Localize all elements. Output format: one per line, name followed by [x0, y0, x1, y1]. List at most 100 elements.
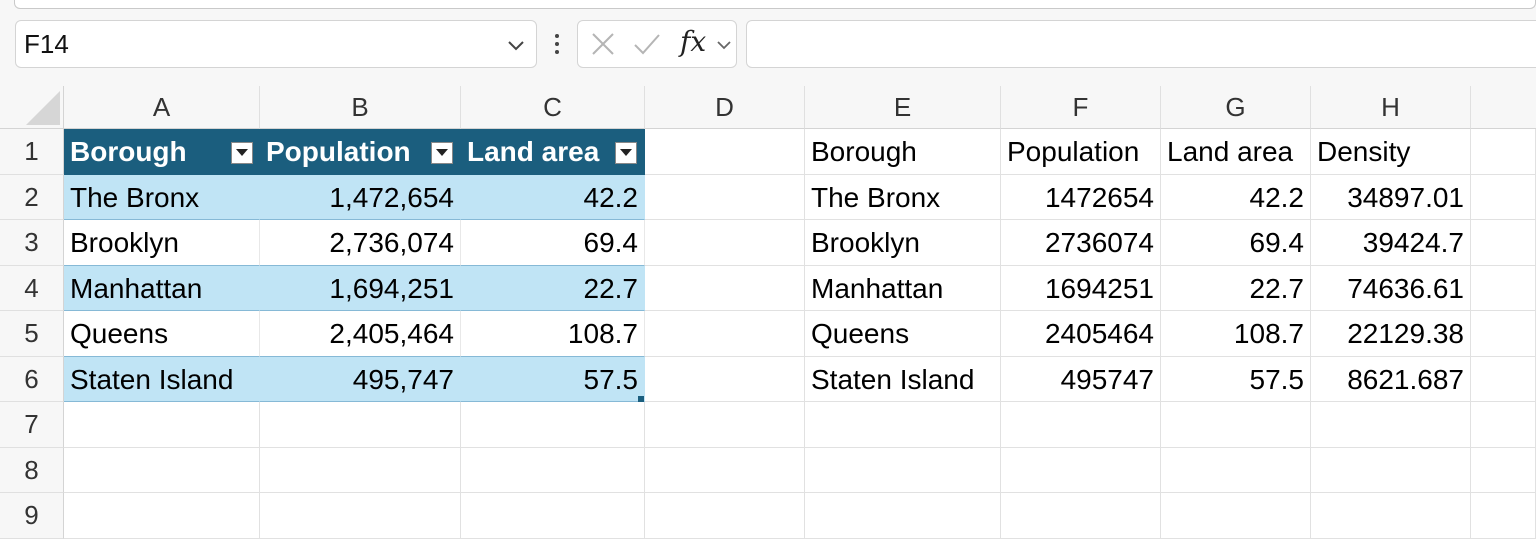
cell[interactable] [1161, 447, 1311, 493]
range-cell[interactable]: The Bronx [805, 174, 1001, 220]
cell[interactable] [461, 493, 645, 539]
table-cell[interactable]: 57.5 [461, 356, 645, 402]
table-cell[interactable]: 42.2 [461, 174, 645, 220]
cell[interactable] [645, 311, 805, 357]
range-cell[interactable]: 22129.38 [1311, 311, 1471, 357]
cell[interactable] [1471, 220, 1536, 266]
cell[interactable] [805, 493, 1001, 539]
row-header-1[interactable]: 1 [0, 129, 64, 175]
row-header-6[interactable]: 6 [0, 356, 64, 402]
cell[interactable] [64, 402, 260, 448]
range-cell[interactable]: 57.5 [1161, 356, 1311, 402]
table-cell[interactable]: 495,747 [260, 356, 461, 402]
column-header-f[interactable]: F [1001, 86, 1161, 129]
range-cell[interactable]: 495747 [1001, 356, 1161, 402]
column-header-i[interactable] [1471, 86, 1536, 129]
filter-dropdown-button[interactable] [231, 142, 253, 164]
cell[interactable] [260, 447, 461, 493]
chevron-down-icon[interactable] [506, 35, 526, 55]
range-cell[interactable]: Brooklyn [805, 220, 1001, 266]
range-cell[interactable]: 1694251 [1001, 265, 1161, 311]
table-header-land-area[interactable]: Land area [461, 129, 645, 175]
range-cell[interactable]: 22.7 [1161, 265, 1311, 311]
filter-dropdown-button[interactable] [431, 142, 453, 164]
column-header-c[interactable]: C [461, 86, 645, 129]
range-cell[interactable]: 39424.7 [1311, 220, 1471, 266]
range-header-cell[interactable]: Land area [1161, 129, 1311, 175]
name-box[interactable]: F14 [15, 20, 537, 68]
cell[interactable] [1471, 447, 1536, 493]
cell[interactable] [1311, 447, 1471, 493]
range-cell[interactable]: 2405464 [1001, 311, 1161, 357]
cell[interactable] [461, 402, 645, 448]
cell[interactable] [64, 447, 260, 493]
column-header-a[interactable]: A [64, 86, 260, 129]
range-cell[interactable]: 108.7 [1161, 311, 1311, 357]
range-header-cell[interactable]: Borough [805, 129, 1001, 175]
cell[interactable] [1311, 493, 1471, 539]
table-cell[interactable]: 1,694,251 [260, 265, 461, 311]
cell[interactable] [64, 493, 260, 539]
cell[interactable] [645, 265, 805, 311]
cell[interactable] [645, 402, 805, 448]
cell[interactable] [1471, 174, 1536, 220]
cell[interactable] [1471, 493, 1536, 539]
row-header-8[interactable]: 8 [0, 447, 64, 493]
cell[interactable] [1471, 129, 1536, 175]
cell[interactable] [805, 447, 1001, 493]
cell[interactable] [1471, 356, 1536, 402]
cell[interactable] [1471, 265, 1536, 311]
row-header-3[interactable]: 3 [0, 220, 64, 266]
cell[interactable] [1471, 311, 1536, 357]
insert-function-icon[interactable]: fx [680, 25, 706, 58]
cell[interactable] [1311, 402, 1471, 448]
cell[interactable] [1001, 402, 1161, 448]
cell[interactable] [1001, 447, 1161, 493]
table-header-borough[interactable]: Borough [64, 129, 260, 175]
cell[interactable] [645, 493, 805, 539]
cell[interactable] [1161, 493, 1311, 539]
row-header-7[interactable]: 7 [0, 402, 64, 448]
cell[interactable] [1001, 493, 1161, 539]
range-header-cell[interactable]: Population [1001, 129, 1161, 175]
column-header-g[interactable]: G [1161, 86, 1311, 129]
row-header-2[interactable]: 2 [0, 174, 64, 220]
cell[interactable] [260, 402, 461, 448]
row-header-9[interactable]: 9 [0, 493, 64, 539]
cell[interactable] [461, 447, 645, 493]
column-header-h[interactable]: H [1311, 86, 1471, 129]
table-cell[interactable]: 2,736,074 [260, 220, 461, 266]
range-cell[interactable]: Manhattan [805, 265, 1001, 311]
table-cell[interactable]: 2,405,464 [260, 311, 461, 357]
table-resize-handle[interactable] [638, 396, 644, 402]
table-cell[interactable]: Staten Island [64, 356, 260, 402]
table-cell[interactable]: The Bronx [64, 174, 260, 220]
cell[interactable] [805, 402, 1001, 448]
select-all-corner[interactable] [0, 86, 64, 129]
range-cell[interactable]: Queens [805, 311, 1001, 357]
formula-input[interactable] [746, 20, 1536, 68]
column-header-d[interactable]: D [645, 86, 805, 129]
range-cell[interactable]: 8621.687 [1311, 356, 1471, 402]
table-cell[interactable]: Manhattan [64, 265, 260, 311]
cancel-icon[interactable] [590, 31, 616, 57]
column-header-b[interactable]: B [260, 86, 461, 129]
range-header-cell[interactable]: Density [1311, 129, 1471, 175]
cell[interactable] [1161, 402, 1311, 448]
table-header-population[interactable]: Population [260, 129, 461, 175]
filter-dropdown-button[interactable] [615, 142, 637, 164]
table-cell[interactable]: 108.7 [461, 311, 645, 357]
table-cell[interactable]: 22.7 [461, 265, 645, 311]
table-cell[interactable]: Queens [64, 311, 260, 357]
cell[interactable] [645, 129, 805, 175]
cell[interactable] [260, 493, 461, 539]
chevron-down-icon[interactable] [716, 37, 732, 53]
cell[interactable] [1471, 402, 1536, 448]
range-cell[interactable]: Staten Island [805, 356, 1001, 402]
range-cell[interactable]: 42.2 [1161, 174, 1311, 220]
range-cell[interactable]: 1472654 [1001, 174, 1161, 220]
table-cell[interactable]: 1,472,654 [260, 174, 461, 220]
more-options-icon[interactable] [552, 30, 562, 58]
range-cell[interactable]: 34897.01 [1311, 174, 1471, 220]
row-header-4[interactable]: 4 [0, 265, 64, 311]
